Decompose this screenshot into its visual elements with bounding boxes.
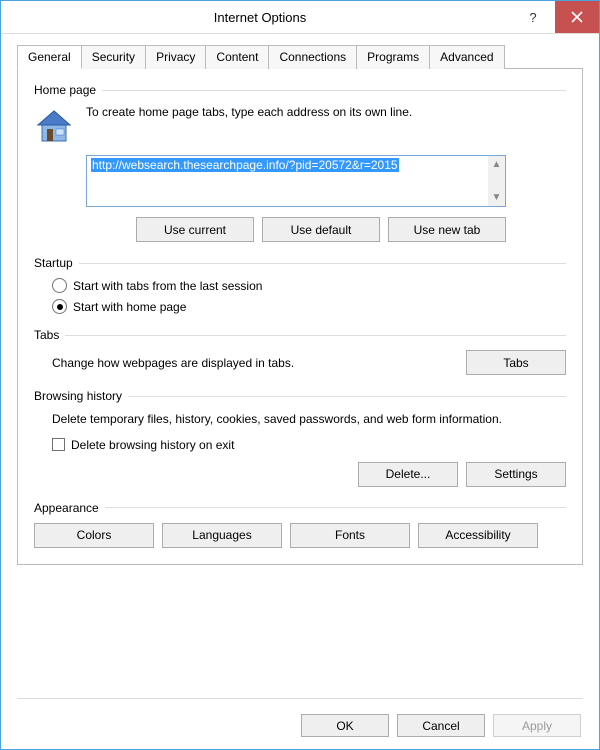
appearance-label: Appearance (34, 501, 99, 515)
content-area: General Security Privacy Content Connect… (1, 34, 599, 565)
close-icon (571, 11, 583, 23)
general-panel: Home page To create home page tabs, type… (17, 69, 583, 565)
tab-privacy[interactable]: Privacy (145, 45, 206, 69)
radio-icon (52, 278, 67, 293)
accessibility-button[interactable]: Accessibility (418, 523, 538, 548)
startup-section: Startup Start with tabs from the last se… (34, 256, 566, 314)
appearance-section: Appearance Colors Languages Fonts Access… (34, 501, 566, 548)
history-buttons: Delete... Settings (34, 462, 566, 487)
url-scrollbar[interactable]: ▲ ▼ (488, 156, 505, 206)
homepage-url-input[interactable]: http://websearch.thesearchpage.info/?pid… (86, 155, 506, 207)
tabs-button[interactable]: Tabs (466, 350, 566, 375)
tabs-group-header: Tabs (34, 328, 566, 342)
startup-opt1-label: Start with tabs from the last session (73, 279, 262, 293)
settings-button[interactable]: Settings (466, 462, 566, 487)
scroll-down-icon[interactable]: ▼ (488, 189, 505, 206)
history-desc: Delete temporary files, history, cookies… (52, 411, 566, 428)
tabstrip: General Security Privacy Content Connect… (17, 44, 583, 69)
divider (17, 698, 583, 699)
history-section: Browsing history Delete temporary files,… (34, 389, 566, 487)
ok-button[interactable]: OK (301, 714, 389, 737)
history-label: Browsing history (34, 389, 122, 403)
homepage-url-text: http://websearch.thesearchpage.info/?pid… (91, 158, 399, 172)
homepage-desc: To create home page tabs, type each addr… (86, 105, 566, 119)
divider (65, 335, 566, 336)
languages-button[interactable]: Languages (162, 523, 282, 548)
colors-button[interactable]: Colors (34, 523, 154, 548)
startup-label: Startup (34, 256, 73, 270)
close-button[interactable] (555, 1, 599, 33)
window-controls: ? (511, 1, 599, 33)
dialog-button-row: OK Cancel Apply (301, 714, 581, 737)
appearance-group-header: Appearance (34, 501, 566, 515)
tabs-section: Tabs Change how webpages are displayed i… (34, 328, 566, 375)
homepage-label: Home page (34, 83, 96, 97)
homepage-buttons: Use current Use default Use new tab (86, 217, 506, 242)
scroll-up-icon[interactable]: ▲ (488, 156, 505, 173)
divider (128, 396, 566, 397)
tab-programs[interactable]: Programs (356, 45, 430, 69)
tabs-row: Change how webpages are displayed in tab… (52, 350, 566, 375)
homepage-group-header: Home page (34, 83, 566, 97)
house-icon (34, 107, 74, 147)
help-button[interactable]: ? (511, 1, 555, 33)
tabs-label: Tabs (34, 328, 59, 342)
apply-button[interactable]: Apply (493, 714, 581, 737)
dialog-window: Internet Options ? General Security Priv… (0, 0, 600, 750)
radio-icon (52, 299, 67, 314)
history-delete-on-exit[interactable]: Delete browsing history on exit (52, 438, 566, 452)
tab-security[interactable]: Security (81, 45, 146, 69)
titlebar: Internet Options ? (1, 1, 599, 34)
startup-radio-home[interactable]: Start with home page (52, 299, 566, 314)
appearance-buttons: Colors Languages Fonts Accessibility (34, 523, 566, 548)
history-checkbox-label: Delete browsing history on exit (71, 438, 234, 452)
homepage-row: To create home page tabs, type each addr… (34, 105, 566, 147)
cancel-button[interactable]: Cancel (397, 714, 485, 737)
tab-advanced[interactable]: Advanced (429, 45, 504, 69)
checkbox-icon (52, 438, 65, 451)
tab-content[interactable]: Content (205, 45, 269, 69)
divider (102, 90, 566, 91)
history-group-header: Browsing history (34, 389, 566, 403)
fonts-button[interactable]: Fonts (290, 523, 410, 548)
use-current-button[interactable]: Use current (136, 217, 254, 242)
window-title: Internet Options (9, 10, 511, 25)
startup-radio-last[interactable]: Start with tabs from the last session (52, 278, 566, 293)
tab-general[interactable]: General (17, 45, 82, 69)
tab-connections[interactable]: Connections (268, 45, 357, 69)
homepage-url-wrap: http://websearch.thesearchpage.info/?pid… (86, 155, 566, 207)
use-default-button[interactable]: Use default (262, 217, 380, 242)
startup-group-header: Startup (34, 256, 566, 270)
use-newtab-button[interactable]: Use new tab (388, 217, 506, 242)
divider (105, 507, 566, 508)
tabs-desc: Change how webpages are displayed in tab… (52, 356, 454, 370)
startup-opt2-label: Start with home page (73, 300, 186, 314)
delete-button[interactable]: Delete... (358, 462, 458, 487)
divider (79, 263, 566, 264)
